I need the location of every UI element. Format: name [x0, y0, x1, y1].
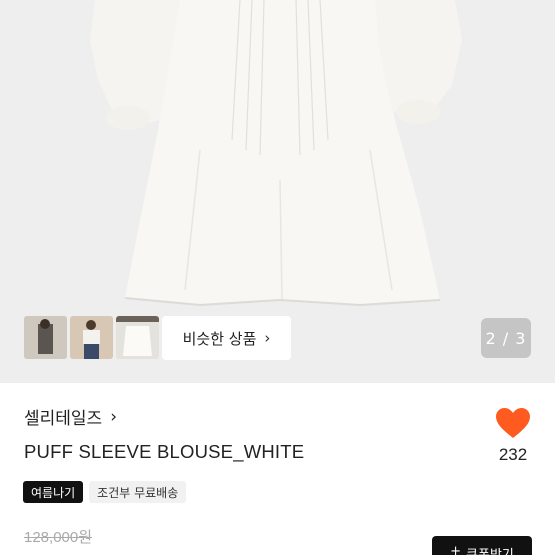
free-shipping-badge: 조건부 무료배송 [89, 481, 187, 503]
thumbnail-1[interactable] [24, 316, 67, 359]
thumbnail-3[interactable] [116, 316, 159, 359]
brand-link[interactable]: 셀리테일즈 › [24, 404, 118, 430]
product-image-gallery[interactable]: 비슷한 상품 › 2 / 3 [0, 0, 555, 383]
badge-list: 여름나기 조건부 무료배송 [23, 481, 187, 503]
image-pager: 2 / 3 [481, 318, 531, 358]
summer-badge: 여름나기 [23, 481, 84, 503]
product-title: PUFF SLEEVE BLOUSE_WHITE [24, 441, 305, 462]
thumbnail-strip [24, 316, 159, 359]
similar-products-label: 비슷한 상품 [182, 329, 257, 348]
like-button[interactable]: 232 [488, 407, 538, 465]
like-count: 232 [498, 445, 528, 464]
original-price: 128,000원 [24, 529, 93, 546]
heart-icon [496, 408, 530, 438]
chevron-right-icon: › [264, 329, 271, 347]
thumbnail-2[interactable] [70, 316, 113, 359]
brand-name: 셀리테일즈 [24, 409, 103, 429]
plus-icon: + [450, 544, 462, 555]
coupon-button[interactable]: + 쿠폰받기 [432, 536, 532, 555]
chevron-right-icon: › [110, 406, 118, 427]
similar-products-button[interactable]: 비슷한 상품 › [162, 316, 291, 360]
coupon-label: 쿠폰받기 [466, 544, 514, 555]
